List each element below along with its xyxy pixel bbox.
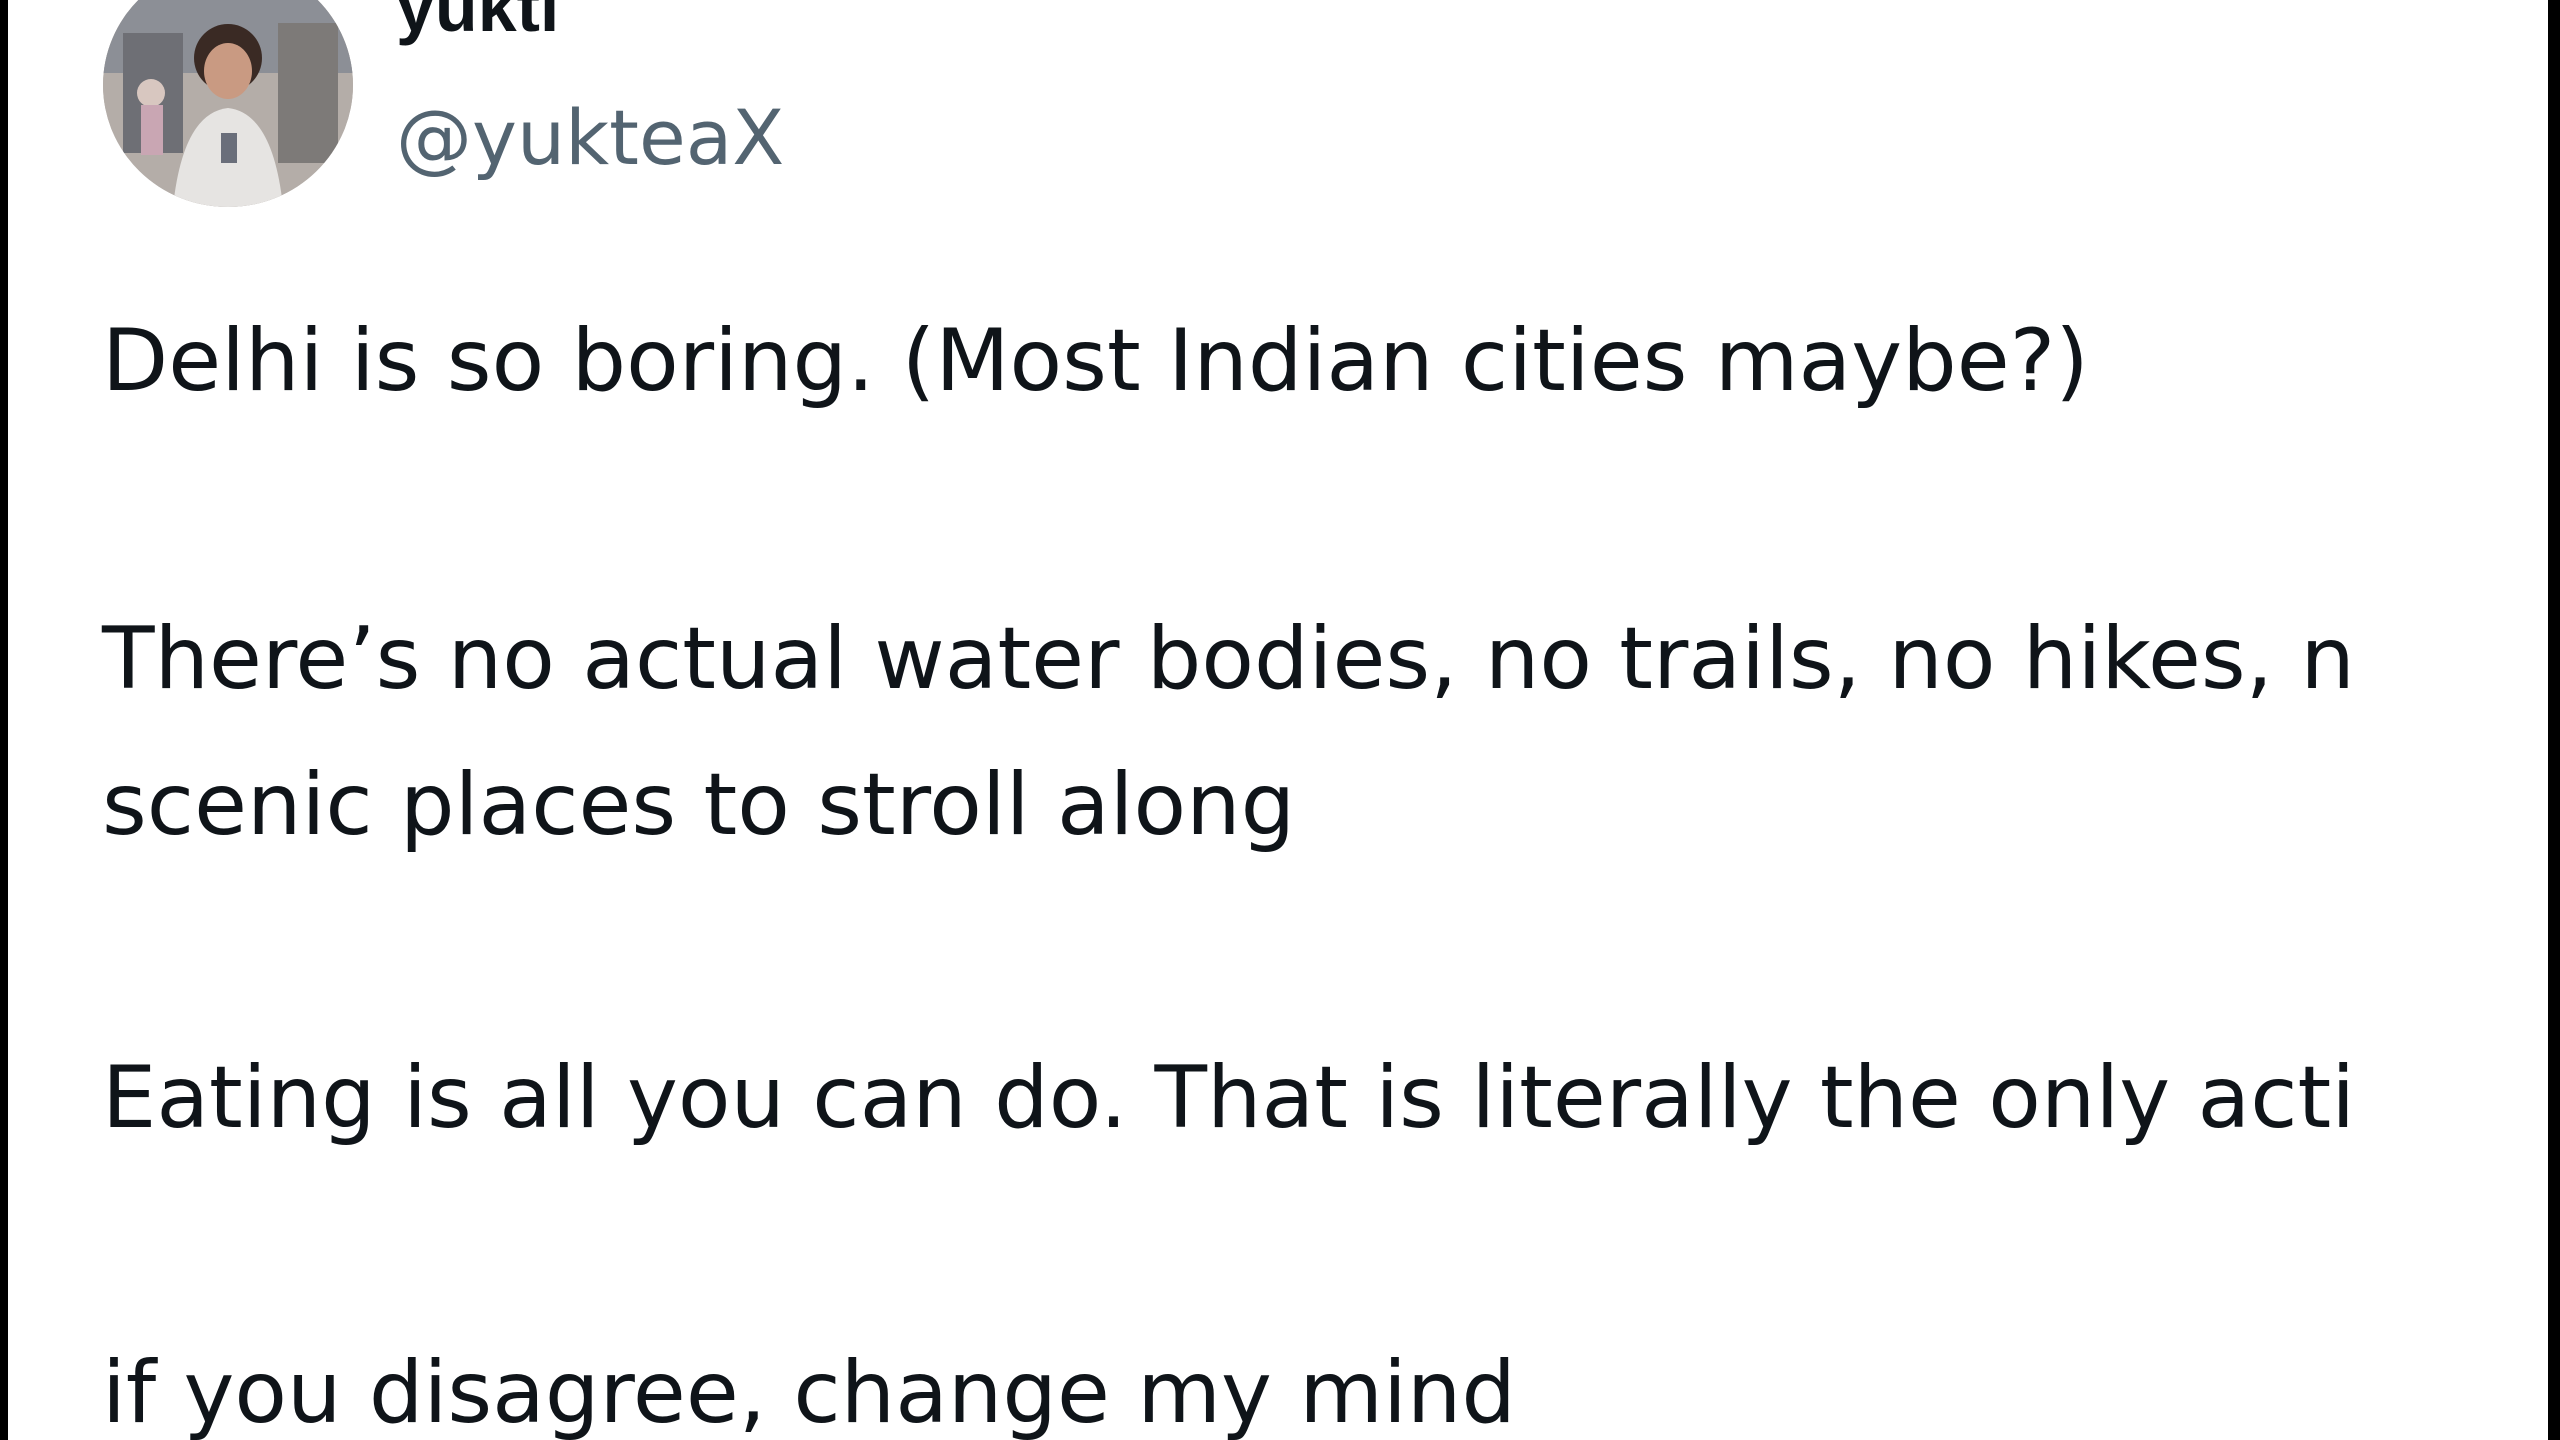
tweet-text-line: scenic places to stroll along — [102, 755, 1296, 855]
tweet-text-line: if you disagree, change my mind — [102, 1343, 1517, 1440]
author-display-name[interactable]: yukti — [396, 0, 559, 42]
avatar-photo-icon — [103, 0, 353, 207]
right-frame-edge — [2548, 0, 2560, 1440]
tweet-text-line: There’s no actual water bodies, no trail… — [102, 609, 2355, 709]
tweet-text-line: Delhi is so boring. (Most Indian cities … — [102, 311, 2089, 411]
tweet-text-line: Eating is all you can do. That is litera… — [102, 1048, 2356, 1148]
author-avatar[interactable] — [103, 0, 353, 207]
author-handle[interactable]: @yukteaX — [396, 100, 784, 176]
tweet-card: yukti @yukteaX Delhi is so boring. (Most… — [8, 0, 2548, 1440]
